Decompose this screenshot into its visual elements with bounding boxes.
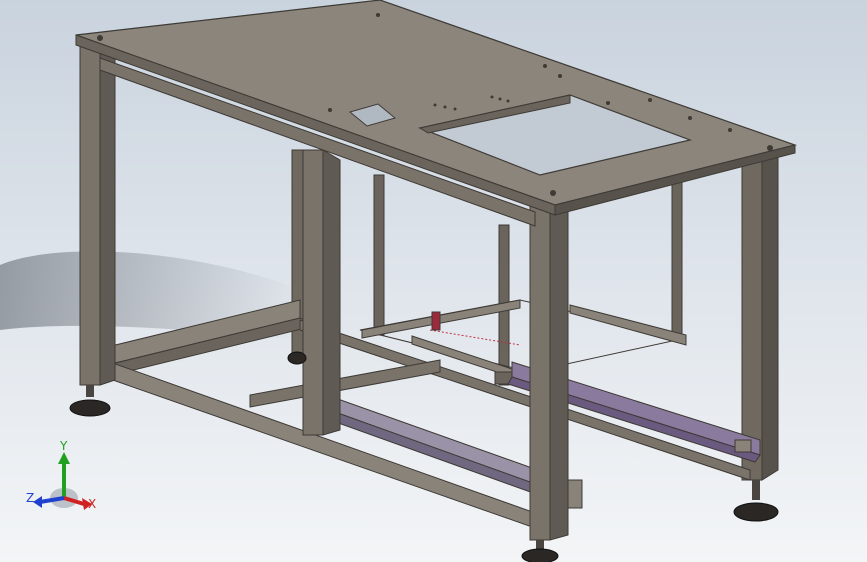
leveling-foot-front-right[interactable]	[521, 540, 559, 562]
front-leg-right[interactable]	[529, 197, 569, 541]
leveling-foot-front-left[interactable]	[69, 385, 111, 417]
sensor-bracket[interactable]	[431, 311, 441, 331]
top-plate[interactable]	[75, 0, 798, 227]
graphics-viewport[interactable]: Y X Z	[0, 0, 867, 562]
front-leg-middle[interactable]	[302, 149, 341, 436]
leveling-foot-rear-right[interactable]	[733, 480, 779, 522]
y-axis-label: Y	[59, 440, 68, 453]
x-axis-label: X	[88, 497, 96, 511]
front-leg-left[interactable]	[79, 34, 116, 386]
back-leg-right[interactable]	[741, 149, 779, 481]
axis-triad: Y X Z	[26, 440, 96, 511]
leveling-foot-rear-left[interactable]	[287, 351, 307, 365]
z-axis-label: Z	[26, 491, 34, 505]
table-frame-model[interactable]	[0, 0, 867, 562]
